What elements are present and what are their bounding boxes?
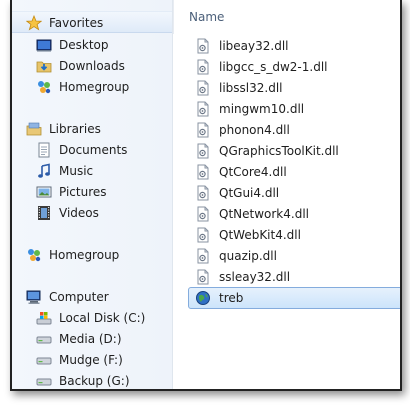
- nav-item-desktop[interactable]: Desktop: [36, 35, 109, 55]
- nav-item-documents-label: Documents: [59, 143, 128, 157]
- nav-item-documents[interactable]: Documents: [36, 140, 127, 160]
- downloads-folder-icon: [36, 58, 52, 74]
- file-name: QtNetwork4.dll: [219, 207, 309, 221]
- dll-file-icon: [195, 164, 211, 180]
- file-row-selected[interactable]: treb: [195, 288, 243, 308]
- nav-item-mudge-f-label: Mudge (F:): [59, 353, 123, 367]
- homegroup-icon: [26, 247, 42, 263]
- file-name: QtCore4.dll: [219, 165, 287, 179]
- music-icon: [36, 163, 52, 179]
- file-name: ssleay32.dll: [219, 270, 291, 284]
- dll-file-icon: [195, 122, 211, 138]
- file-name: libeay32.dll: [219, 39, 289, 53]
- nav-item-music[interactable]: Music: [36, 161, 93, 181]
- nav-item-local-disk-c-label: Local Disk (C:): [59, 311, 146, 325]
- homegroup-icon: [36, 79, 52, 95]
- videos-icon: [36, 205, 52, 221]
- nav-computer[interactable]: Computer: [26, 287, 109, 307]
- nav-item-mudge-f[interactable]: Mudge (F:): [36, 350, 123, 370]
- nav-item-homegroup-favorite[interactable]: Homegroup: [36, 77, 129, 97]
- star-icon: [26, 15, 42, 31]
- file-row[interactable]: phonon4.dll: [195, 120, 290, 140]
- dll-file-icon: [195, 248, 211, 264]
- navigation-pane: Favorites Desktop Downloads Homegroup Li: [12, 0, 172, 389]
- nav-computer-label: Computer: [49, 290, 109, 304]
- file-name: quazip.dll: [219, 249, 277, 263]
- drive-icon: [36, 352, 52, 368]
- documents-icon: [36, 142, 52, 158]
- dll-file-icon: [195, 269, 211, 285]
- file-row[interactable]: ssleay32.dll: [195, 267, 290, 287]
- nav-item-videos-label: Videos: [59, 206, 99, 220]
- dll-file-icon: [195, 38, 211, 54]
- explorer-window: Favorites Desktop Downloads Homegroup Li: [10, 0, 402, 391]
- file-row[interactable]: quazip.dll: [195, 246, 277, 266]
- nav-item-backup-g-label: Backup (G:): [59, 374, 130, 388]
- file-name: libssl32.dll: [219, 81, 283, 95]
- nav-item-media-d[interactable]: Media (D:): [36, 329, 122, 349]
- nav-item-downloads[interactable]: Downloads: [36, 56, 125, 76]
- dll-file-icon: [195, 227, 211, 243]
- nav-item-downloads-label: Downloads: [59, 59, 125, 73]
- file-name: QtGui4.dll: [219, 186, 280, 200]
- dll-file-icon: [195, 185, 211, 201]
- file-row[interactable]: QtCore4.dll: [195, 162, 287, 182]
- nav-libraries-label: Libraries: [49, 122, 101, 136]
- pictures-icon: [36, 184, 52, 200]
- nav-favorites-label: Favorites: [49, 16, 104, 30]
- drive-icon: [36, 331, 52, 347]
- nav-item-homegroup-favorite-label: Homegroup: [59, 80, 130, 94]
- nav-item-pictures-label: Pictures: [59, 185, 107, 199]
- app-globe-icon: [195, 290, 211, 306]
- nav-item-pictures[interactable]: Pictures: [36, 182, 107, 202]
- nav-item-videos[interactable]: Videos: [36, 203, 99, 223]
- file-row[interactable]: QtWebKit4.dll: [195, 225, 301, 245]
- nav-libraries[interactable]: Libraries: [26, 119, 101, 139]
- file-row[interactable]: QtNetwork4.dll: [195, 204, 309, 224]
- libraries-icon: [26, 121, 42, 137]
- nav-item-desktop-label: Desktop: [59, 38, 109, 52]
- file-name: QGraphicsToolKit.dll: [219, 144, 339, 158]
- file-row[interactable]: libssl32.dll: [195, 78, 283, 98]
- dll-file-icon: [195, 206, 211, 222]
- file-name: phonon4.dll: [219, 123, 290, 137]
- nav-homegroup-label: Homegroup: [49, 248, 120, 262]
- dll-file-icon: [195, 143, 211, 159]
- file-name: mingwm10.dll: [219, 102, 305, 116]
- nav-item-backup-g[interactable]: Backup (G:): [36, 371, 130, 389]
- file-row[interactable]: libeay32.dll: [195, 36, 289, 56]
- file-name: QtWebKit4.dll: [219, 228, 301, 242]
- nav-item-media-d-label: Media (D:): [59, 332, 122, 346]
- drive-icon: [36, 373, 52, 389]
- dll-file-icon: [195, 80, 211, 96]
- system-drive-icon: [36, 310, 52, 326]
- dll-file-icon: [195, 59, 211, 75]
- file-row[interactable]: mingwm10.dll: [195, 99, 304, 119]
- nav-homegroup[interactable]: Homegroup: [26, 245, 119, 265]
- file-row[interactable]: QGraphicsToolKit.dll: [195, 141, 339, 161]
- desktop-icon: [36, 37, 52, 53]
- file-row[interactable]: QtGui4.dll: [195, 183, 279, 203]
- file-name: treb: [219, 291, 244, 305]
- nav-favorites[interactable]: Favorites: [26, 13, 103, 33]
- nav-item-local-disk-c[interactable]: Local Disk (C:): [36, 308, 145, 328]
- file-row[interactable]: libgcc_s_dw2-1.dll: [195, 57, 327, 77]
- column-header-divider: [173, 0, 174, 34]
- computer-icon: [26, 289, 42, 305]
- dll-file-icon: [195, 101, 211, 117]
- column-header-name[interactable]: Name: [189, 10, 224, 24]
- nav-item-music-label: Music: [59, 164, 94, 178]
- file-list-pane: Name libeay32.dll libgcc_s_dw2-1.dll lib…: [173, 0, 400, 389]
- file-name: libgcc_s_dw2-1.dll: [219, 60, 328, 74]
